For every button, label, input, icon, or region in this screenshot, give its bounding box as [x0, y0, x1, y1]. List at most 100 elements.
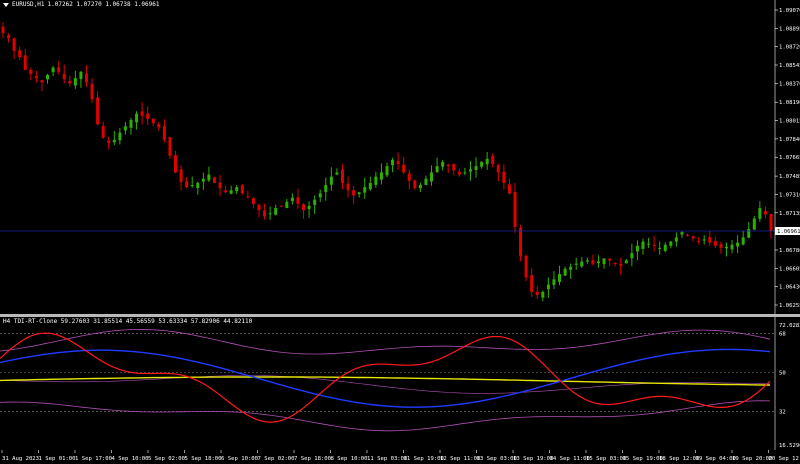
candle-body [674, 237, 678, 242]
candle-body [296, 197, 300, 204]
time-label: 1 Sep 01:00 [39, 456, 76, 462]
candle-body [257, 204, 261, 211]
candle-body [46, 74, 50, 80]
candle-body [641, 241, 645, 249]
price-tick-label: 1.07310 [779, 192, 800, 198]
candle-body [274, 208, 278, 215]
candle-body [452, 163, 456, 171]
price-tick-label: 1.07840 [779, 137, 800, 143]
candle-body [652, 244, 656, 246]
price-tick-label: 1.08720 [779, 45, 800, 51]
indicator-tick-label: 32 [779, 410, 786, 416]
price-tick-label: 1.08370 [779, 81, 800, 87]
candle-body [174, 155, 178, 173]
candle-body [51, 67, 55, 73]
candle-body [201, 178, 205, 182]
candle-body [457, 171, 461, 175]
candle-body [129, 120, 133, 128]
time-label: 14 Sep 11:00 [550, 456, 590, 462]
current-price-label: 1.06961 [777, 229, 800, 235]
candle-body [441, 161, 445, 167]
time-label: 5 Sep 18:00 [185, 456, 222, 462]
candle-body [18, 50, 22, 58]
candle-body [374, 176, 378, 185]
candle-body [530, 275, 534, 292]
candle-body [112, 139, 116, 143]
candle-body [424, 178, 428, 185]
candle-body [57, 67, 61, 72]
indicator-tick-label: 50 [779, 371, 786, 377]
candle-body [251, 198, 255, 204]
candle-body [613, 262, 617, 264]
candle-body [724, 246, 728, 249]
candle-body [96, 97, 100, 125]
price-tick-label: 1.06430 [779, 285, 800, 291]
candle-body [79, 71, 83, 80]
time-label: 7 Sep 02:00 [258, 456, 295, 462]
price-chart[interactable]: 1.09070 1.08895 1.08720 1.08545 1.08370 1.081… [0, 0, 800, 314]
candle-body [574, 263, 578, 265]
candle-body [302, 204, 306, 211]
candle-body [602, 258, 606, 265]
candle-body [535, 291, 539, 296]
price-tick-label: 1.08190 [779, 100, 800, 106]
candle-body [758, 208, 762, 219]
candle-body [123, 126, 127, 131]
tdi-indicator-chart[interactable]: 72.02827 68 50 32 16.5296 [0, 317, 800, 450]
candle-body [747, 229, 751, 238]
candle-body [318, 193, 322, 198]
candle-body [157, 124, 161, 128]
candle-body [569, 266, 573, 270]
candle-body [524, 255, 528, 278]
price-chart-pane[interactable]: 1.09070 1.08895 1.08720 1.08545 1.08370 1.081… [0, 0, 800, 314]
candle-body [736, 242, 740, 247]
candle-body [151, 118, 155, 124]
candle-body [84, 73, 88, 83]
candle-body [558, 274, 562, 282]
price-tick-label: 1.06605 [779, 266, 800, 272]
price-tick-label: 1.08015 [779, 119, 800, 125]
candle-body [546, 284, 550, 290]
candle-body [263, 210, 267, 217]
candle-body [769, 214, 773, 232]
candle-body [608, 258, 612, 261]
candle-body [513, 192, 517, 227]
indicator-pane[interactable]: 72.02827 68 50 32 16.5296 H4 TDI-RT-Clone 59… [0, 317, 800, 450]
candle-body [502, 171, 506, 183]
candle-body [313, 199, 317, 205]
candle-body [162, 126, 166, 140]
candle-body [146, 113, 150, 119]
candle-body [329, 176, 333, 185]
chart-title: EURUSD,H1 1.07262 1.07270 1.06738 1.0696… [3, 1, 160, 8]
price-tick-label: 1.09070 [779, 8, 800, 14]
time-label: 13 Sep 03:00 [477, 456, 517, 462]
candle-body [552, 279, 556, 285]
candle-body [368, 182, 372, 190]
candle-body [491, 155, 495, 165]
price-tick-label: 1.07485 [779, 174, 800, 180]
candle-body [229, 190, 233, 194]
candle-body [630, 253, 634, 259]
candle-body [23, 55, 27, 70]
candle-body [279, 205, 283, 207]
candle-body [407, 173, 411, 181]
ohlc-values: 1.07262 1.07270 1.06738 1.06961 [47, 1, 160, 8]
candle-body [107, 140, 111, 144]
candle-body [268, 213, 272, 215]
candle-body [624, 260, 628, 264]
candle-body [402, 164, 406, 173]
candle-body [580, 261, 584, 267]
time-label: 18 Sep 12:00 [659, 456, 699, 462]
chart-menu-icon[interactable] [3, 2, 9, 7]
time-label: 15 Sep 03:00 [586, 456, 626, 462]
candle-body [596, 261, 600, 264]
candle-body [34, 76, 38, 79]
candle-body [29, 69, 33, 74]
price-tick-label: 1.07665 [779, 155, 800, 161]
time-axis: 31 Aug 2023 1 Sep 01:00 1 Sep 17:00 4 Sep 1… [0, 450, 800, 464]
candle-body [101, 125, 105, 138]
time-label: 15 Sep 19:00 [623, 456, 663, 462]
candle-body [90, 83, 94, 100]
candle-body [118, 132, 122, 141]
candle-body [391, 159, 395, 166]
